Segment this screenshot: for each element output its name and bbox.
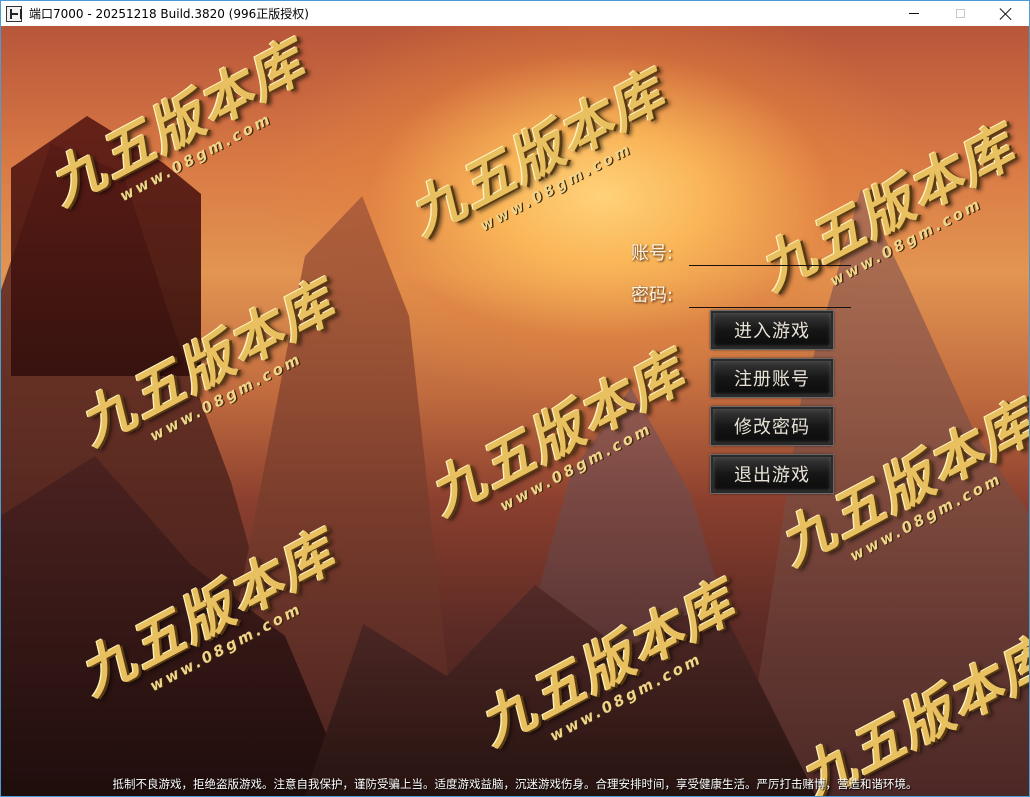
password-label: 密码: [631, 285, 674, 306]
background-palace [11, 116, 201, 376]
password-input[interactable] [689, 280, 851, 308]
watermark-text: 九五版本库 [398, 60, 676, 248]
game-background: 九五版本库 www.08gm.com 九五版本库 www.08gm.com 九五… [1, 26, 1029, 796]
account-row: 账号: [631, 231, 851, 273]
change-password-button[interactable]: 修改密码 [710, 406, 834, 446]
menu-buttons: 进入游戏 注册账号 修改密码 退出游戏 [710, 310, 834, 494]
exit-game-button[interactable]: 退出游戏 [710, 454, 834, 494]
account-label: 账号: [631, 243, 674, 264]
close-button[interactable] [983, 1, 1029, 26]
maximize-icon [955, 9, 965, 18]
register-account-button[interactable]: 注册账号 [710, 358, 834, 398]
title-bar[interactable]: 端口7000 - 20251218 Build.3820 (996正版授权) [1, 1, 1029, 26]
window-controls [891, 1, 1029, 26]
enter-game-button[interactable]: 进入游戏 [710, 310, 834, 350]
account-input[interactable] [689, 238, 851, 266]
maximize-button [937, 1, 983, 26]
password-row: 密码: [631, 273, 851, 315]
login-form: 账号: 密码: [631, 231, 851, 315]
minimize-button[interactable] [891, 1, 937, 26]
game-window: 端口7000 - 20251218 Build.3820 (996正版授权) 九… [0, 0, 1030, 797]
health-notice: 抵制不良游戏，拒绝盗版游戏。注意自我保护，谨防受骗上当。适度游戏益脑，沉迷游戏伤… [112, 777, 918, 791]
watermark-url: www.08gm.com [476, 139, 636, 236]
window-title: 端口7000 - 20251218 Build.3820 (996正版授权) [29, 7, 309, 21]
close-icon [1000, 8, 1012, 20]
minimize-icon [909, 13, 919, 14]
app-icon [6, 5, 22, 22]
